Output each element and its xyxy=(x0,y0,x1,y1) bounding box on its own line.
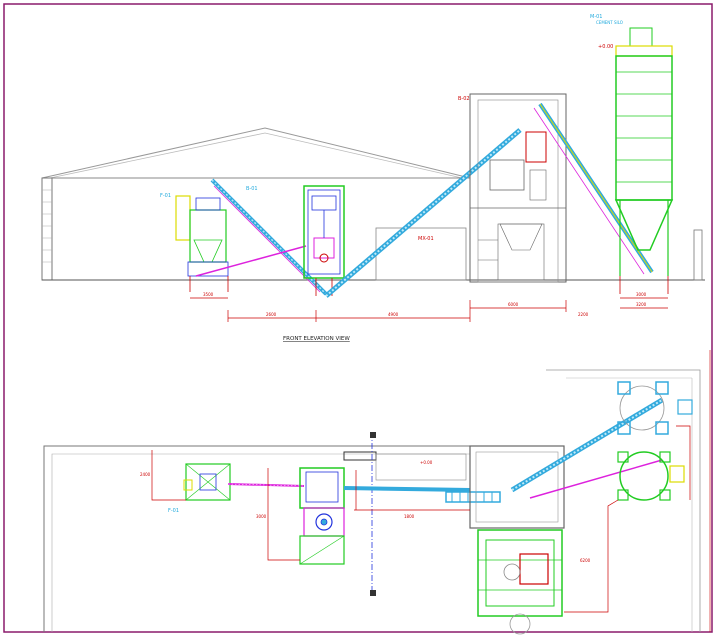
svg-text:3000: 3000 xyxy=(256,514,267,519)
svg-text:F-01: F-01 xyxy=(168,508,179,514)
elevation-dimensions xyxy=(190,297,668,322)
svg-text:2400: 2400 xyxy=(140,472,151,477)
bag-tag-label: F-01 xyxy=(160,193,171,199)
svg-text:3000: 3000 xyxy=(636,292,647,297)
svg-text:2200: 2200 xyxy=(578,312,589,317)
svg-text:6000: 6000 xyxy=(508,302,519,307)
svg-text:3500: 3500 xyxy=(203,292,214,297)
svg-text:6200: 6200 xyxy=(580,558,591,563)
cad-drawing: F-01 B-01 MX-01 B-02 M-01 CEMENT SILO +0… xyxy=(3,3,713,635)
svg-text:4900: 4900 xyxy=(388,312,399,317)
svg-text:CEMENT SILO: CEMENT SILO xyxy=(596,20,623,25)
bag-station: F-01 xyxy=(160,193,229,292)
plan-mixer xyxy=(299,432,376,596)
svg-text:B-02: B-02 xyxy=(458,96,470,102)
screw-conveyor-1: B-01 xyxy=(210,178,328,296)
svg-text:1800: 1800 xyxy=(404,514,415,519)
svg-text:3200: 3200 xyxy=(636,302,647,307)
svg-text:B-01: B-01 xyxy=(246,186,258,192)
plan-view: F-01 +0.00 2400 3000 1800 6200 xyxy=(43,350,711,635)
plan-silo-lower xyxy=(617,451,685,501)
elevation-view: F-01 B-01 MX-01 B-02 M-01 CEMENT SILO +0… xyxy=(41,14,705,342)
warehouse-roof xyxy=(41,127,471,179)
elevation-title: FRONT ELEVATION VIEW xyxy=(283,336,350,342)
plan-silo-conveyor xyxy=(510,397,664,499)
svg-text:+0.00: +0.00 xyxy=(420,460,433,465)
cement-silo: M-01 CEMENT SILO +0.00 xyxy=(590,14,674,294)
svg-text:MX-01: MX-01 xyxy=(418,236,434,242)
plan-horizontal-conveyor xyxy=(343,486,501,503)
main-conveyor xyxy=(324,128,522,298)
plan-bag-station: F-01 xyxy=(168,463,231,514)
left-wall xyxy=(41,177,53,281)
svg-text:2600: 2600 xyxy=(266,312,277,317)
plan-warehouse-outline xyxy=(43,445,470,632)
svg-text:+0.00: +0.00 xyxy=(598,44,613,50)
silo-conveyor xyxy=(533,102,654,275)
elevation-dim-texts: 3500 2600 4900 6000 3000 3200 2200 xyxy=(203,292,647,317)
